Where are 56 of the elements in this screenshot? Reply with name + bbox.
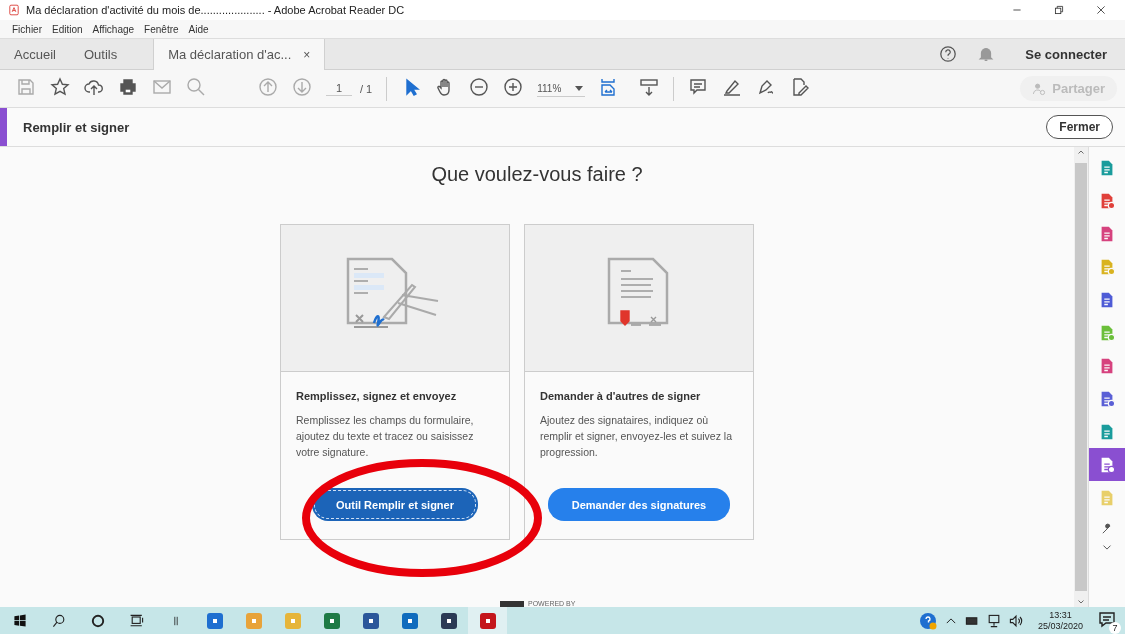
comment-icon[interactable] bbox=[688, 76, 709, 97]
close-button[interactable]: Fermer bbox=[1046, 115, 1113, 139]
caret-icon bbox=[575, 85, 584, 91]
menu-item[interactable]: Fichier bbox=[12, 23, 42, 35]
accent-bar bbox=[0, 108, 7, 146]
card-title: Demander à d'autres de signer bbox=[540, 390, 702, 402]
zoom-out-icon[interactable] bbox=[469, 76, 490, 97]
add-person-icon bbox=[1032, 81, 1047, 96]
scroll-mode-icon[interactable] bbox=[639, 76, 660, 97]
zoom-in-icon[interactable] bbox=[503, 76, 524, 97]
page-number-field[interactable]: 1 bbox=[326, 81, 352, 96]
app-icon[interactable] bbox=[399, 610, 420, 631]
app-icon[interactable] bbox=[477, 610, 498, 631]
tool-button[interactable] bbox=[1089, 448, 1125, 481]
help-badge-icon[interactable] bbox=[917, 610, 938, 631]
app-icon[interactable] bbox=[321, 610, 342, 631]
menu-item[interactable]: Fenêtre bbox=[144, 23, 179, 35]
menu-item[interactable]: Affichage bbox=[92, 23, 135, 35]
zoom-dropdown[interactable]: 111% bbox=[537, 80, 586, 97]
star-icon[interactable] bbox=[50, 76, 70, 97]
card-description: Ajoutez des signataires, indiquez où remplir et signer, envoyez-les et suivez la progression. bbox=[540, 413, 733, 460]
task-view-icon[interactable] bbox=[128, 612, 145, 629]
card-description: Remplissez les champs du formulaire, ajoutez du texte et tracez ou saisissez votre signature. bbox=[296, 413, 475, 460]
action-button[interactable]: Outil Remplir et signer bbox=[312, 488, 478, 521]
sign-in-link[interactable]: Se connecter bbox=[1025, 46, 1107, 62]
windows-icon[interactable] bbox=[11, 612, 28, 629]
action-button[interactable]: Demander des signatures bbox=[547, 488, 731, 521]
card-title: Remplissez, signez et envoyez bbox=[296, 390, 458, 402]
page-heading: Que voulez-vous faire ? bbox=[431, 163, 643, 186]
pdf-icon bbox=[8, 4, 20, 16]
taskbar-app[interactable] bbox=[468, 607, 507, 634]
tab[interactable]: Ma déclaration d'ac... × bbox=[153, 39, 326, 70]
scrollbar[interactable] bbox=[1074, 147, 1088, 607]
tab[interactable]: Accueil bbox=[0, 39, 70, 69]
restore-icon[interactable] bbox=[1053, 4, 1065, 16]
search-icon[interactable] bbox=[50, 612, 67, 629]
close-tab-button[interactable]: × bbox=[303, 47, 311, 62]
tab[interactable]: Outils bbox=[69, 39, 132, 69]
clock[interactable]: 13:31 25/03/2020 bbox=[1037, 609, 1083, 632]
page-total: / 1 bbox=[360, 82, 373, 95]
help-icon[interactable] bbox=[939, 45, 958, 63]
panel-title: Remplir et signer bbox=[23, 119, 130, 135]
circle-icon[interactable] bbox=[89, 612, 106, 629]
notification-icon[interactable] bbox=[1097, 609, 1117, 630]
edit-document-icon[interactable] bbox=[790, 76, 811, 97]
menu-item[interactable]: Aide bbox=[188, 23, 209, 35]
app-icon[interactable] bbox=[438, 610, 459, 631]
notification-count: 7 bbox=[1109, 621, 1121, 634]
menu-item[interactable]: Edition bbox=[52, 23, 83, 35]
close-icon[interactable] bbox=[1095, 4, 1107, 16]
window-title: Ma déclaration d'activité du mois de..................... - Adobe Acrobat Reader DC bbox=[26, 4, 405, 16]
print-icon[interactable] bbox=[118, 76, 138, 97]
app-icon[interactable] bbox=[204, 610, 225, 631]
app-icon[interactable] bbox=[360, 610, 381, 631]
logo-block bbox=[500, 600, 524, 607]
volume-icon[interactable] bbox=[1007, 612, 1024, 629]
